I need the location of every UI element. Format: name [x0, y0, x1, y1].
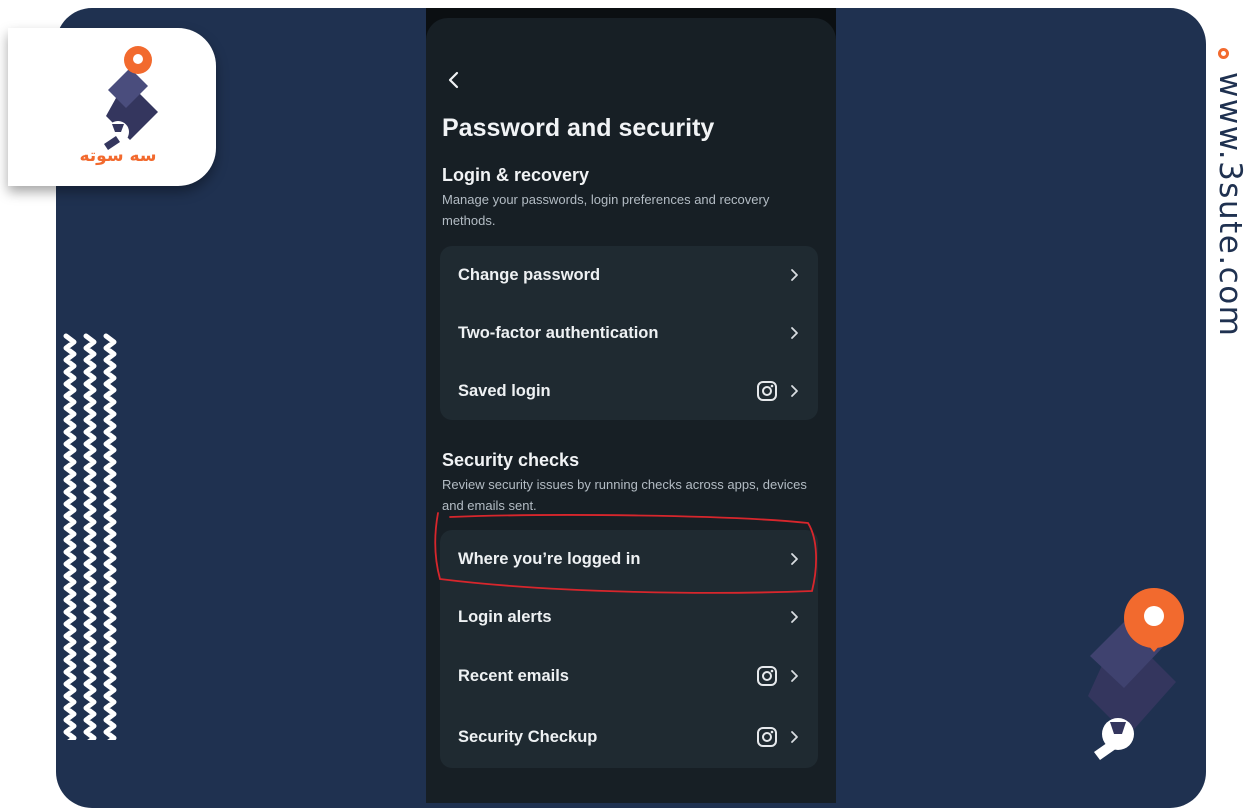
row-label: Two-factor authentication: [458, 323, 659, 342]
row-label: Change password: [458, 265, 601, 284]
row-label: Saved login: [458, 381, 551, 400]
section-description-login-recovery: Manage your passwords, login preferences…: [442, 192, 770, 228]
row-label: Recent emails: [458, 666, 569, 685]
change-password-row[interactable]: Change password: [440, 246, 818, 304]
saved-login-row[interactable]: Saved login: [440, 362, 818, 420]
instagram-icon: [757, 666, 777, 686]
chevron-right-icon: [791, 327, 798, 339]
chevron-right-icon: [791, 269, 798, 281]
chevron-right-icon: [791, 385, 798, 397]
chevron-right-icon: [791, 611, 798, 623]
login-recovery-card: Change password Two-factor authenticatio…: [440, 246, 818, 420]
row-label: Security Checkup: [458, 727, 598, 746]
phone-screen: Password and security Login & recovery M…: [426, 18, 836, 803]
chevron-right-icon: [791, 731, 798, 743]
security-checkup-row[interactable]: Security Checkup: [440, 706, 818, 768]
zigzag-decoration: [63, 333, 122, 740]
page-title: Password and security: [442, 114, 715, 142]
instagram-icon: [757, 727, 777, 747]
brand-logo-text: سه سوته: [79, 146, 157, 166]
brand-logo-large-icon: [1088, 588, 1184, 760]
two-factor-authentication-row[interactable]: Two-factor authentication: [440, 304, 818, 362]
chevron-right-icon: [791, 670, 798, 682]
section-title-security-checks: Security checks: [442, 450, 580, 470]
brand-logo-card: سه سوته: [8, 28, 216, 186]
highlight-annotation: [434, 512, 817, 594]
website-url: www.3sute.com: [1212, 72, 1246, 338]
section-title-login-recovery: Login & recovery: [442, 165, 590, 185]
instagram-icon: [757, 381, 777, 401]
website-dot-icon: [1218, 48, 1229, 59]
recent-emails-row[interactable]: Recent emails: [440, 646, 818, 706]
row-label: Login alerts: [458, 607, 552, 626]
chevron-left-icon[interactable]: [444, 70, 464, 90]
phone-frame: Password and security Login & recovery M…: [426, 8, 836, 803]
